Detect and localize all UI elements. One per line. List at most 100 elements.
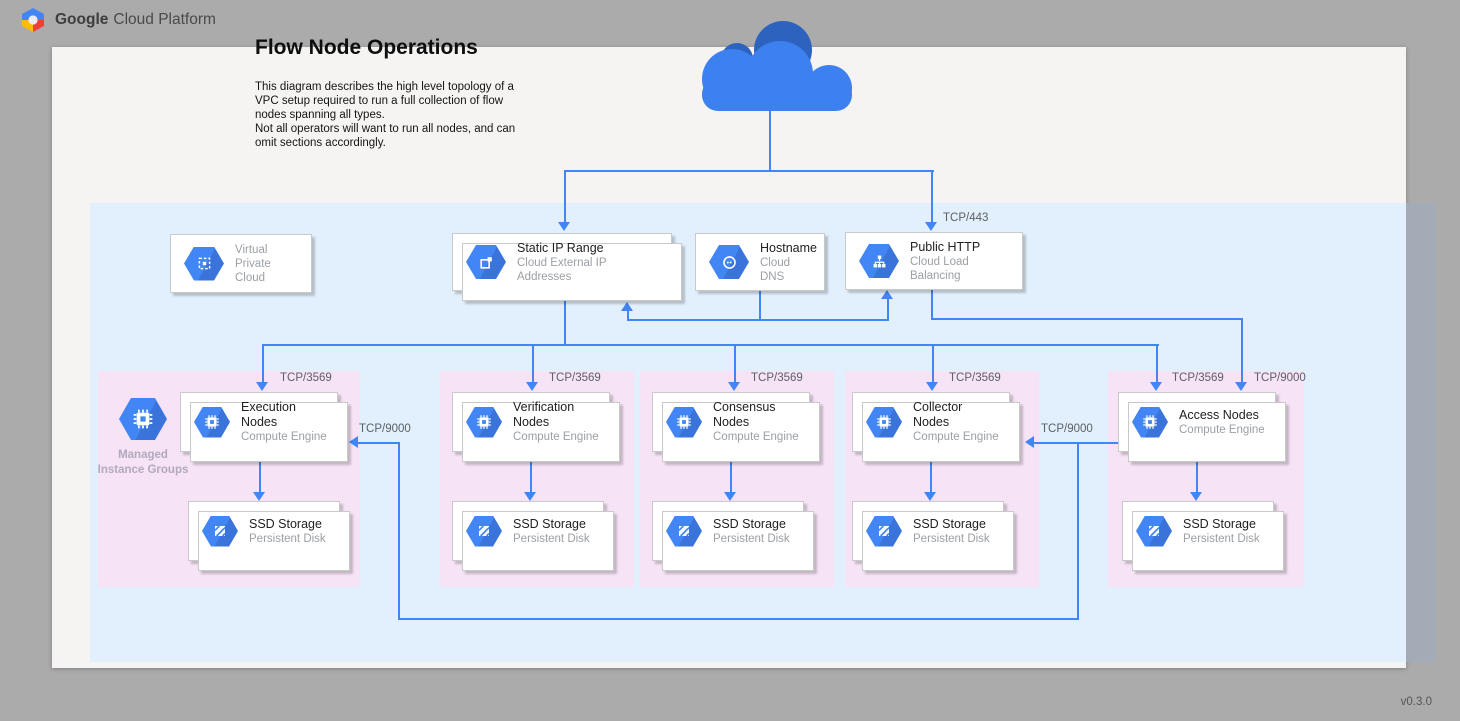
card-title: Access Nodes	[1179, 408, 1265, 423]
connector	[759, 291, 761, 320]
arrowhead-left	[349, 436, 358, 448]
arrowhead-down	[924, 492, 936, 501]
card-subtitle: Persistent Disk	[249, 532, 326, 546]
card-subtitle: Compute Engine	[713, 430, 801, 444]
card-subtitle: Compute Engine	[513, 430, 601, 444]
card-hostname: Hostname Cloud DNS	[695, 233, 825, 291]
card-consensus-nodes: Consensus Nodes Compute Engine	[652, 392, 810, 452]
connector	[1241, 318, 1243, 383]
connector	[530, 462, 532, 492]
connector	[930, 462, 932, 492]
edge-label-tcp9000-collector: TCP/9000	[1041, 423, 1093, 435]
page-title: Flow Node Operations	[255, 36, 478, 60]
card-title: Virtual Private Cloud	[235, 243, 303, 285]
connector	[1034, 442, 1118, 444]
card-virtual-private-cloud: Virtual Private Cloud	[170, 234, 312, 293]
persistent-disk-icon	[666, 516, 702, 547]
compute-engine-icon	[1132, 407, 1168, 438]
card-subtitle: Compute Engine	[1179, 423, 1265, 437]
arrowhead-down	[926, 382, 938, 391]
connector	[1156, 346, 1158, 382]
arrowhead-down	[1235, 382, 1247, 391]
connector	[627, 311, 629, 320]
brand-text: GoogleCloud Platform	[55, 11, 216, 29]
card-subtitle: Compute Engine	[241, 430, 329, 444]
edge-label-tcp9000-access: TCP/9000	[1254, 372, 1306, 384]
card-subtitle: Persistent Disk	[913, 532, 990, 546]
description-line: VPC setup required to run a full collect…	[255, 94, 515, 108]
load-balancer-icon	[859, 244, 899, 278]
arrowhead-down	[526, 382, 538, 391]
arrowhead-down	[728, 382, 740, 391]
card-title: Hostname	[760, 241, 817, 256]
connector	[532, 346, 534, 382]
connector	[358, 442, 400, 444]
connector	[564, 301, 566, 345]
gcp-logo-icon	[20, 7, 46, 33]
persistent-disk-icon	[202, 516, 238, 547]
cloud-dns-icon	[709, 245, 749, 279]
description-line: Not all operators will want to run all n…	[255, 122, 515, 136]
connector	[931, 290, 933, 319]
arrowhead-down	[925, 222, 937, 231]
card-subtitle: Compute Engine	[913, 430, 1001, 444]
connector	[259, 462, 261, 492]
gcp-brand: GoogleCloud Platform	[20, 7, 216, 33]
connector	[398, 618, 1079, 620]
persistent-disk-icon	[466, 516, 502, 547]
card-title: Static IP Range	[517, 241, 663, 256]
compute-engine-icon	[666, 407, 702, 438]
card-ssd-consensus: SSD Storage Persistent Disk	[652, 501, 804, 561]
card-access-nodes: Access Nodes Compute Engine	[1118, 392, 1276, 452]
managed-instance-groups-label: Managed Instance Groups	[97, 448, 189, 478]
card-ssd-access: SSD Storage Persistent Disk	[1122, 501, 1274, 561]
card-subtitle: Persistent Disk	[513, 532, 590, 546]
card-subtitle: Cloud External IP Addresses	[517, 256, 663, 284]
edge-label-tcp3569: TCP/3569	[1172, 372, 1224, 384]
card-static-ip-range: Static IP Range Cloud External IP Addres…	[452, 233, 672, 291]
card-subtitle: Persistent Disk	[1183, 532, 1260, 546]
edge-label-tcp9000-execution: TCP/9000	[359, 423, 411, 435]
card-title: SSD Storage	[513, 517, 590, 532]
description-line: nodes spanning all types.	[255, 108, 515, 122]
card-title: SSD Storage	[1183, 517, 1260, 532]
card-collector-nodes: Collector Nodes Compute Engine	[852, 392, 1010, 452]
description-line: omit sections accordingly.	[255, 136, 515, 150]
card-title: SSD Storage	[913, 517, 990, 532]
diagram-page: GoogleCloud Platform Flow Node Operation…	[0, 0, 1460, 721]
card-ssd-collector: SSD Storage Persistent Disk	[852, 501, 1004, 561]
card-title: Execution Nodes	[241, 400, 329, 430]
edge-label-tcp443: TCP/443	[943, 212, 988, 224]
arrowhead-down	[558, 222, 570, 231]
brand-cloud-platform: Cloud Platform	[113, 11, 216, 28]
connector	[398, 442, 400, 620]
card-title: Public HTTP	[910, 240, 1014, 255]
card-execution-nodes: Execution Nodes Compute Engine	[180, 392, 338, 452]
connector	[931, 172, 933, 222]
cloud-icon	[683, 17, 863, 112]
connector	[932, 346, 934, 382]
connector	[627, 319, 889, 321]
edge-label-tcp3569: TCP/3569	[751, 372, 803, 384]
card-title: Collector Nodes	[913, 400, 1001, 430]
vpc-region-bleed	[1406, 203, 1436, 662]
card-subtitle: Persistent Disk	[713, 532, 790, 546]
arrowhead-down	[724, 492, 736, 501]
card-title: SSD Storage	[713, 517, 790, 532]
compute-engine-icon	[466, 407, 502, 438]
arrowhead-up	[881, 290, 893, 299]
arrowhead-down	[256, 382, 268, 391]
card-ssd-verification: SSD Storage Persistent Disk	[452, 501, 604, 561]
external-ip-icon	[466, 245, 506, 279]
page-description: This diagram describes the high level to…	[255, 80, 515, 150]
description-line: This diagram describes the high level to…	[255, 80, 515, 94]
card-subtitle: Cloud Load Balancing	[910, 255, 1014, 283]
card-title: SSD Storage	[249, 517, 326, 532]
compute-engine-icon	[194, 407, 230, 438]
card-title: Verification Nodes	[513, 400, 601, 430]
arrowhead-down	[253, 492, 265, 501]
connector	[564, 170, 934, 172]
edge-label-tcp3569: TCP/3569	[280, 372, 332, 384]
connector	[1196, 462, 1198, 492]
persistent-disk-icon	[1136, 516, 1172, 547]
